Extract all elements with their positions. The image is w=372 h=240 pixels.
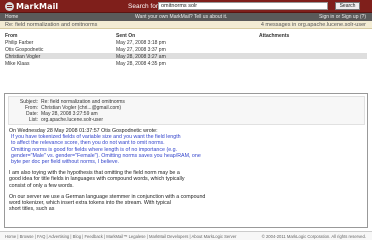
message-list-header: From Sent On Attachments bbox=[5, 32, 367, 39]
search-input[interactable] bbox=[158, 2, 328, 10]
message-row[interactable]: Otis Gospodnetic May 27, 2008 3:37 pm bbox=[5, 46, 367, 53]
message-viewer: Subject: Re: field normalization and omi… bbox=[4, 93, 368, 228]
quoted-line: byte per doc per field without norms, I … bbox=[11, 159, 120, 166]
list-label: List: bbox=[28, 117, 38, 123]
message-headers: Subject: Re: field normalization and omi… bbox=[8, 96, 365, 125]
thread-title: Re: field normalization and omitnorms bbox=[5, 22, 98, 28]
message-list: From Sent On Attachments Philip Farber M… bbox=[5, 32, 367, 67]
thread-meta[interactable]: 4 messages in org.apache.lucene.solr-use… bbox=[261, 22, 366, 28]
body-paragraph: On our server we use a German language s… bbox=[9, 194, 364, 213]
footer-links[interactable]: Home | Browse | FAQ | Advertising | Blog… bbox=[5, 234, 236, 239]
message-row-selected[interactable]: Christian Vogler May 28, 2008 3:27 am bbox=[5, 53, 367, 60]
mail-icon bbox=[5, 2, 14, 11]
thread-title-bar: Re: field normalization and omitnorms 4 … bbox=[0, 21, 372, 29]
body-paragraph: I am also toying with the hypothesis tha… bbox=[9, 170, 364, 189]
page-footer: Home | Browse | FAQ | Advertising | Blog… bbox=[0, 231, 372, 240]
logo-text: MarkMail bbox=[16, 2, 59, 11]
message-from: Mike Klaas bbox=[5, 61, 30, 67]
body-line: short titles, such as bbox=[9, 206, 55, 213]
quoted-text: If you have tokenized fields of variable… bbox=[9, 134, 364, 165]
message-row[interactable]: Mike Klaas May 28, 2008 4:35 pm bbox=[5, 60, 367, 67]
list-row: List: org.apache.lucene.solr-user bbox=[9, 117, 364, 123]
promo-link[interactable]: Want your own MarkMail? Tell us about it… bbox=[135, 14, 227, 20]
footer-copyright: © 2004-2011 MarkLogic Corporation. All r… bbox=[261, 234, 366, 239]
markmail-logo[interactable]: MarkMail bbox=[5, 1, 58, 12]
search-button[interactable]: Search bbox=[335, 2, 360, 10]
body-line: consist of only a few words. bbox=[9, 182, 74, 189]
message-row[interactable]: Philip Farber May 27, 2008 3:18 pm bbox=[5, 39, 367, 46]
top-header: MarkMail Search for Search bbox=[0, 0, 372, 13]
home-link[interactable]: Home bbox=[5, 14, 18, 20]
message-body: On Wednesday 28 May 2008 01:37:57 Otis G… bbox=[9, 128, 364, 212]
sub-navigation-bar: Home Want your own MarkMail? Tell us abo… bbox=[0, 13, 372, 21]
sign-in-link[interactable]: Sign in or Sign up (?) bbox=[319, 14, 366, 20]
search-label: Search for bbox=[128, 3, 158, 10]
message-sent-on: May 28, 2008 4:35 pm bbox=[116, 61, 166, 67]
list-value[interactable]: org.apache.lucene.solr-user bbox=[41, 117, 103, 123]
